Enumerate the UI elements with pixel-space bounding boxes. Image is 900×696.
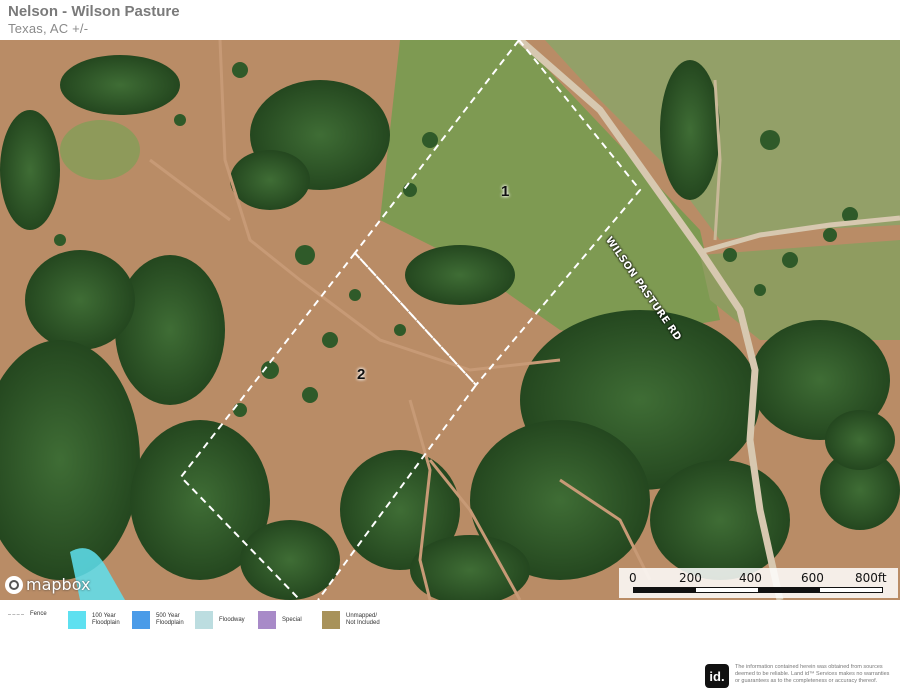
map-legend: Fence 100 Year Floodplain 500 Year Flood… <box>0 603 900 633</box>
legend-item-unmapped: Unmapped/ Not Included <box>322 611 388 629</box>
pond <box>60 120 140 180</box>
legend-item-100yr-floodplain: 100 Year Floodplain <box>68 611 132 629</box>
scale-tick: 400 <box>739 571 762 585</box>
scale-bar: 0 200 400 600 800ft <box>619 568 898 598</box>
page-title: Nelson - Wilson Pasture <box>8 3 180 20</box>
legend-swatch <box>258 611 276 629</box>
legend-item-special: Special <box>258 611 302 629</box>
page-subtitle: Texas, AC +/- <box>8 21 89 36</box>
scale-tick: 600 <box>801 571 824 585</box>
legend-swatch <box>68 611 86 629</box>
legend-swatch <box>195 611 213 629</box>
footer: id. The information contained herein was… <box>705 664 895 688</box>
scale-tick: 800ft <box>855 571 887 585</box>
land-id-logo: id. <box>705 664 729 688</box>
legend-item-500yr-floodplain: 500 Year Floodplain <box>132 611 196 629</box>
parcel-label-2[interactable]: 2 <box>357 366 365 383</box>
disclaimer-text: The information contained herein was obt… <box>735 664 890 684</box>
map-imagery <box>0 40 900 600</box>
legend-item-fence: Fence <box>8 611 47 618</box>
fence-line-icon <box>8 614 24 615</box>
mapbox-wordmark: mapbox <box>26 575 91 594</box>
legend-swatch <box>322 611 340 629</box>
satellite-map[interactable]: 1 2 WILSON PASTURE RD mapbox 0 200 400 6… <box>0 40 900 600</box>
scale-tick: 0 <box>629 571 637 585</box>
legend-swatch <box>132 611 150 629</box>
mapbox-attribution[interactable]: mapbox <box>5 575 90 594</box>
scale-bar-graphic <box>633 587 883 593</box>
parcel-label-1[interactable]: 1 <box>501 183 509 200</box>
mapbox-icon <box>5 575 23 594</box>
legend-item-floodway: Floodway <box>195 611 245 629</box>
scale-tick: 200 <box>679 571 702 585</box>
